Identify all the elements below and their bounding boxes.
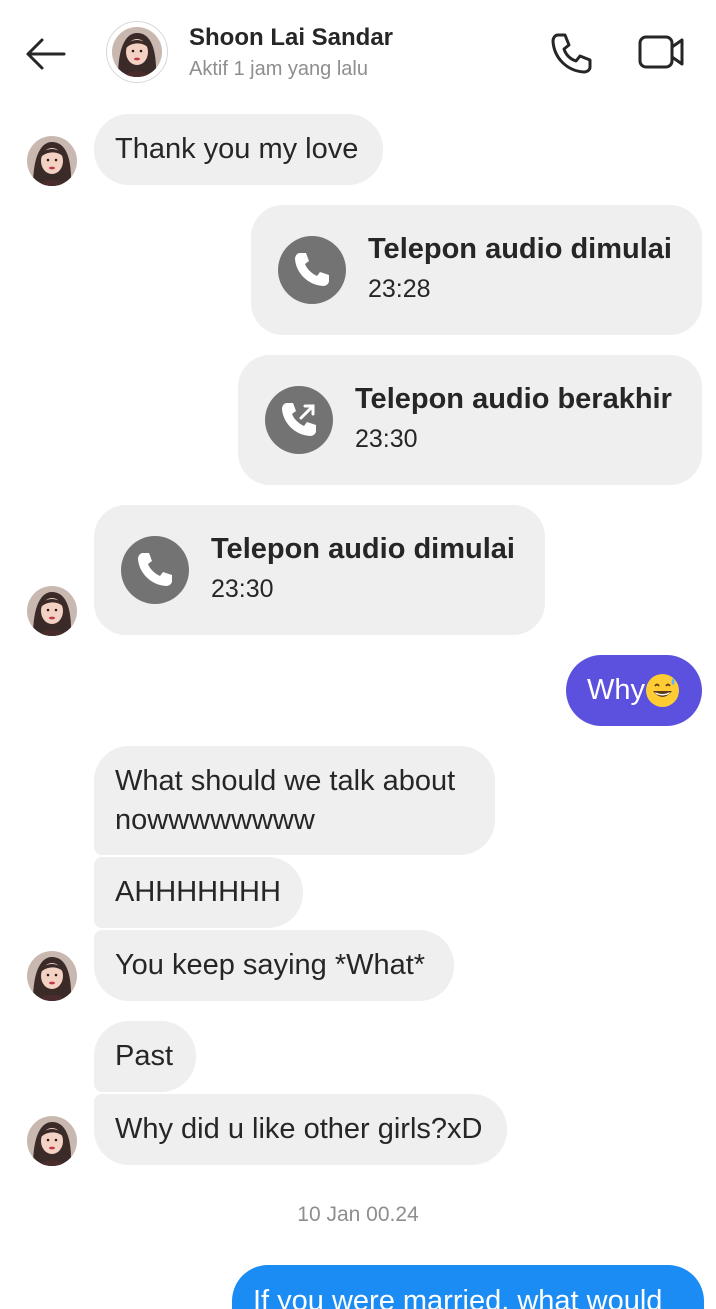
- message-text: You keep saying *What*: [115, 949, 426, 981]
- contact-avatar-small[interactable]: [27, 586, 77, 636]
- message-text: If you were married, what would: [253, 1285, 663, 1309]
- call-title: Telepon audio dimulai: [368, 233, 672, 265]
- message-text: Why did u like other girls?xD: [115, 1113, 483, 1145]
- phone-icon: [121, 536, 189, 604]
- incoming-message[interactable]: You keep saying *What*: [94, 930, 454, 1001]
- arrow-left-icon: [26, 38, 66, 70]
- call-time: 23:30: [211, 575, 274, 603]
- message-text: Why: [587, 674, 645, 706]
- contact-avatar-small[interactable]: [27, 1116, 77, 1166]
- call-log-bubble[interactable]: Telepon audio berakhir 23:30: [238, 355, 702, 485]
- grinning-sweat-emoji: [646, 674, 679, 707]
- phone-outgoing-icon: [265, 386, 333, 454]
- phone-icon: [278, 236, 346, 304]
- incoming-message[interactable]: Thank you my love: [94, 114, 383, 185]
- call-title: Telepon audio berakhir: [355, 383, 672, 415]
- audio-call-button[interactable]: [548, 30, 594, 76]
- chat-header: Shoon Lai Sandar Aktif 1 jam yang lalu: [0, 0, 716, 100]
- incoming-message[interactable]: What should we talk about nowwwwwwww: [94, 746, 495, 855]
- video-camera-icon: [638, 35, 684, 69]
- date-divider: 10 Jan 00.24: [297, 1203, 419, 1226]
- back-button[interactable]: [22, 34, 68, 74]
- contact-name[interactable]: Shoon Lai Sandar: [189, 24, 393, 52]
- message-text: Past: [115, 1040, 174, 1072]
- active-status: Aktif 1 jam yang lalu: [189, 58, 368, 80]
- video-call-button[interactable]: [636, 32, 686, 72]
- message-text: Thank you my love: [115, 133, 359, 165]
- incoming-message[interactable]: AHHHHHHH: [94, 857, 303, 928]
- outgoing-message[interactable]: If you were married, what would: [232, 1265, 704, 1309]
- contact-avatar-small[interactable]: [27, 136, 77, 186]
- contact-avatar-small[interactable]: [27, 951, 77, 1001]
- call-log-bubble[interactable]: Telepon audio dimulai 23:28: [251, 205, 702, 335]
- incoming-message[interactable]: Past: [94, 1021, 196, 1092]
- outgoing-message[interactable]: Why: [566, 655, 702, 726]
- call-log-bubble[interactable]: Telepon audio dimulai 23:30: [94, 505, 545, 635]
- call-time: 23:28: [368, 275, 431, 303]
- contact-avatar[interactable]: [106, 21, 168, 83]
- incoming-message[interactable]: Why did u like other girls?xD: [94, 1094, 507, 1165]
- message-text-line: What should we talk about: [115, 765, 456, 797]
- call-title: Telepon audio dimulai: [211, 533, 515, 565]
- message-text-line: nowwwwwwww: [115, 804, 315, 836]
- message-text: AHHHHHHH: [115, 876, 281, 908]
- call-time: 23:30: [355, 425, 418, 453]
- phone-icon: [551, 33, 592, 74]
